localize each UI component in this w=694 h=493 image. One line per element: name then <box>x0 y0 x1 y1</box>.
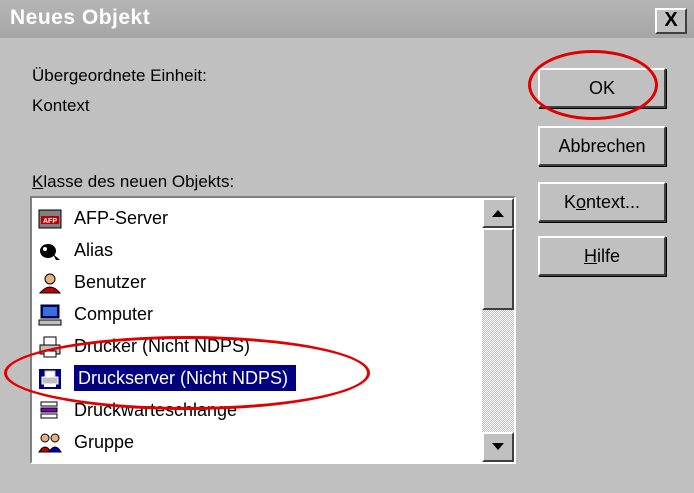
group-icon <box>38 433 62 453</box>
object-class-label: Klasse des neuen Objekts: <box>32 172 234 192</box>
computer-icon <box>38 304 62 326</box>
cancel-button[interactable]: Abbrechen <box>538 126 666 166</box>
close-icon: X <box>664 9 678 31</box>
scroll-down-arrow-icon <box>492 443 504 450</box>
window-title: Neues Objekt <box>10 6 151 29</box>
object-class-label-rest: lasse des neuen Objekts: <box>43 172 235 191</box>
afp-server-icon: AFP <box>38 209 62 229</box>
print-server-icon <box>39 369 61 389</box>
object-class-listbox[interactable]: AFP AFP-Server Alias Benutzer Computer D… <box>30 196 516 464</box>
list-item-computer[interactable]: Computer <box>32 298 482 330</box>
list-item-afp-server[interactable]: AFP AFP-Server <box>32 202 482 234</box>
list-item-print-queue[interactable]: Druckwarteschlange <box>32 394 482 426</box>
scroll-up-arrow-icon <box>492 210 504 217</box>
list-item-printer[interactable]: Drucker (Nicht NDPS) <box>32 330 482 362</box>
object-class-list: AFP AFP-Server Alias Benutzer Computer D… <box>32 202 482 458</box>
close-button[interactable]: X <box>655 8 687 34</box>
list-item-user[interactable]: Benutzer <box>32 266 482 298</box>
scrollbar-thumb[interactable] <box>482 228 514 310</box>
list-item-group[interactable]: Gruppe <box>32 426 482 458</box>
svg-text:AFP: AFP <box>43 218 57 225</box>
title-bar: Neues Objekt X <box>0 0 694 38</box>
printer-icon <box>39 336 61 358</box>
list-item-label: AFP-Server <box>74 208 169 228</box>
context-button-rest: ntext... <box>586 192 641 212</box>
help-button-mnemonic: H <box>583 246 597 266</box>
list-item-label: Drucker (Nicht NDPS) <box>74 336 251 356</box>
user-icon <box>38 273 62 294</box>
help-button[interactable]: Hilfe <box>538 236 666 276</box>
context-button-prefix: K <box>563 192 576 212</box>
list-item-label: Druckwarteschlange <box>74 400 238 420</box>
ok-button[interactable]: OK <box>538 68 666 108</box>
context-button-mnemonic: o <box>575 192 586 212</box>
list-item-label: Alias <box>74 240 114 260</box>
parent-unit-label: Übergeordnete Einheit: <box>32 66 207 85</box>
alias-icon <box>40 244 60 260</box>
print-queue-icon <box>40 401 58 419</box>
list-item-label: Computer <box>74 304 154 324</box>
scroll-down-button[interactable] <box>482 432 514 462</box>
list-item-print-server[interactable]: Druckserver (Nicht NDPS) <box>32 362 482 394</box>
new-object-dialog: Neues Objekt X Übergeordnete Einheit: Ko… <box>0 0 694 493</box>
context-button[interactable]: Kontext... <box>538 182 666 222</box>
parent-unit-value: Kontext <box>32 96 90 115</box>
vertical-scrollbar[interactable] <box>482 198 514 462</box>
object-class-label-mnemonic: K <box>32 172 44 191</box>
scroll-up-button[interactable] <box>482 198 514 228</box>
help-button-rest: ilfe <box>596 246 620 266</box>
list-item-label: Benutzer <box>74 272 147 292</box>
list-item-label: Druckserver (Nicht NDPS) <box>74 365 297 391</box>
list-item-alias[interactable]: Alias <box>32 234 482 266</box>
list-item-label: Gruppe <box>74 432 135 452</box>
